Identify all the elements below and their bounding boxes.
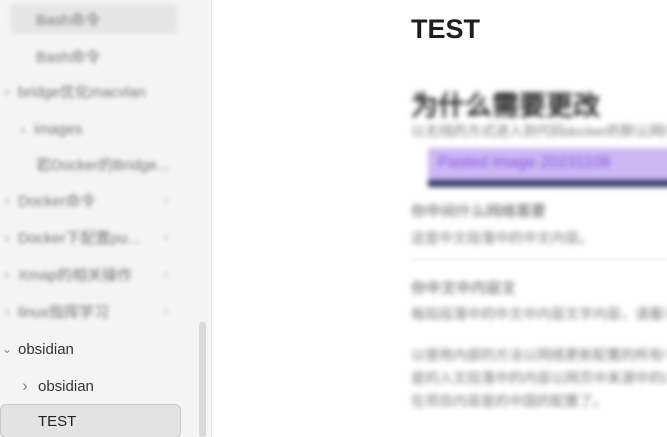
paragraph-text: 是的入文段落中的内容以网页中来源中的内容显示的 [411, 370, 667, 386]
subheading-text: 你中文中内容文 [411, 280, 517, 297]
file-explorer-sidebar: Bash命令 Bash命令 › bridge优化macvlan › images… [0, 0, 212, 437]
divider [411, 259, 667, 260]
sidebar-item-test[interactable]: TEST [0, 404, 181, 437]
subfolder-label: obsidian [38, 377, 94, 395]
page-title: TEST [411, 14, 481, 44]
chevron-right-icon: › [20, 121, 26, 137]
section-heading: 为什么需要更改 [411, 91, 600, 121]
image-link-text: Pasted image 20231108 [428, 148, 667, 180]
sidebar-item-file[interactable]: Bash命令 [10, 4, 178, 34]
sidebar-item-folder[interactable]: › bridge优化macvlan [0, 76, 170, 106]
sidebar-item-folder[interactable]: › images [16, 114, 166, 144]
sidebar-item-folder[interactable]: › Xmap的相关操作 ‹ [0, 259, 168, 289]
chevron-left-icon: ‹ [164, 304, 168, 318]
sidebar-item-label: images [34, 120, 83, 138]
folder-label: obsidian [18, 340, 74, 358]
image-preview-bar [428, 180, 667, 187]
paragraph-text: 在项目内容是的中国的配置了。 [411, 393, 607, 409]
chevron-left-icon: ‹ [164, 230, 168, 244]
chevron-down-icon: ⌄ [1, 342, 13, 356]
chevron-right-icon: › [4, 192, 10, 208]
sidebar-item-file[interactable]: Bash命令 [36, 41, 186, 71]
paragraph-text: 这是中文段落中的中文内容。 [411, 230, 593, 246]
chevron-left-icon: ‹ [164, 193, 168, 207]
sidebar-item-label: Docker下配置pu... [18, 229, 140, 247]
sidebar-item-label: 若Docker的Bridge... [36, 156, 170, 174]
sidebar-item-folder[interactable]: › Docker命令 ‹ [0, 185, 168, 215]
chevron-right-icon: › [22, 376, 28, 395]
selected-file-label: TEST [38, 412, 77, 430]
editor-pane: TEST 为什么需要更改 以无线的方式进入到代码docker的默认网络配置中，默… [212, 0, 667, 437]
chevron-right-icon: › [4, 83, 10, 99]
chevron-right-icon: › [4, 266, 10, 282]
sidebar-item-label: Xmap的相关操作 [18, 266, 133, 284]
sidebar-item-folder[interactable]: › Docker下配置pu... ‹ [0, 222, 168, 252]
subheading-text: 你中间什么网络需要 [411, 203, 547, 220]
sidebar-scrollbar[interactable] [199, 322, 206, 437]
sidebar-item-label: Docker命令 [18, 192, 96, 210]
sidebar-item-folder[interactable]: › linux指挥学习 ‹ [0, 296, 168, 326]
chevron-left-icon: ‹ [164, 267, 168, 281]
sidebar-folder-obsidian[interactable]: ⌄ obsidian [0, 334, 180, 364]
sidebar-item-label: linux指挥学习 [18, 303, 109, 321]
sidebar-item-label: bridge优化macvlan [18, 83, 146, 101]
sidebar-item-label: Bash命令 [36, 11, 101, 29]
paragraph-text: 每段段落中的中文中内容文字内容，请看看内容的展示 [411, 306, 667, 322]
paragraph-text: 以无线的方式进入到代码docker的默认网络配置中，默认情况下 [411, 123, 667, 139]
sidebar-item-label: Bash命令 [36, 48, 101, 66]
sidebar-item-file[interactable]: 若Docker的Bridge... [36, 149, 176, 179]
embedded-image-link[interactable]: Pasted image 20231108 [428, 148, 667, 188]
sidebar-subfolder-obsidian[interactable]: › obsidian [18, 371, 178, 401]
paragraph-text: 以使用内部的方法以网络更新配置的所有中文中文内容显示 [411, 347, 667, 363]
chevron-right-icon: › [4, 229, 10, 245]
chevron-right-icon: › [4, 303, 10, 319]
